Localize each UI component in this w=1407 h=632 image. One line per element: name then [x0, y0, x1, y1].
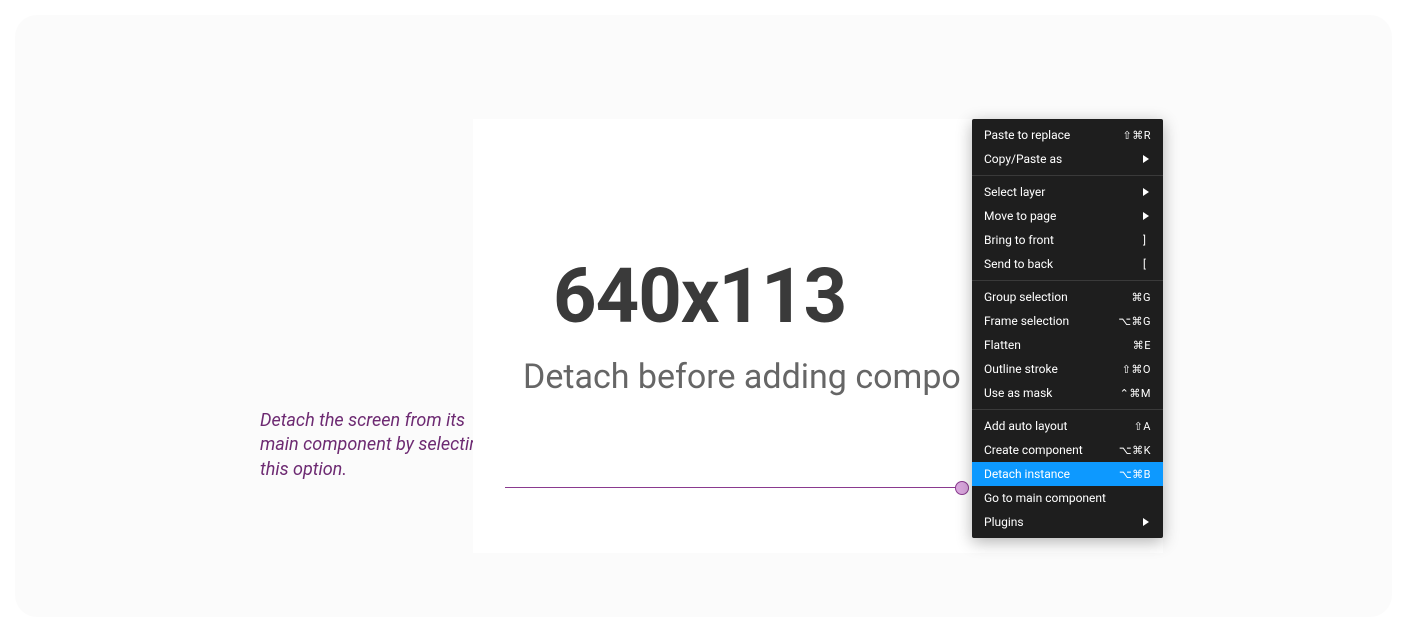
context-menu[interactable]: Paste to replace ⇧⌘R Copy/Paste as Select l…	[972, 119, 1163, 538]
context-menu-group: Paste to replace ⇧⌘R Copy/Paste as	[972, 119, 1163, 175]
context-menu-item-use-as-mask[interactable]: Use as mask ⌃⌘M	[972, 381, 1163, 405]
context-menu-item-send-to-back[interactable]: Send to back [	[972, 252, 1163, 276]
context-menu-item-shortcut: ⇧⌘O	[1122, 363, 1151, 376]
context-menu-item-shortcut: ⇧A	[1134, 420, 1151, 433]
context-menu-item-shortcut: ⇧⌘R	[1123, 129, 1152, 142]
context-menu-item-shortcut: ⌘G	[1132, 291, 1152, 304]
context-menu-item-label: Select layer	[984, 185, 1045, 199]
context-menu-item-shortcut: ⌥⌘K	[1119, 444, 1151, 457]
context-menu-item-group-selection[interactable]: Group selection ⌘G	[972, 285, 1163, 309]
context-menu-item-label: Add auto layout	[984, 419, 1067, 433]
annotation-text: Detach the screen from its main componen…	[260, 409, 500, 482]
context-menu-item-shortcut: ⌃⌘M	[1120, 387, 1151, 400]
context-menu-item-shortcut: [	[1143, 258, 1151, 271]
context-menu-item-label: Go to main component	[984, 491, 1106, 505]
context-menu-item-label: Use as mask	[984, 386, 1052, 400]
context-menu-item-label: Flatten	[984, 338, 1021, 352]
context-menu-item-flatten[interactable]: Flatten ⌘E	[972, 333, 1163, 357]
context-menu-item-go-to-main-component[interactable]: Go to main component	[972, 486, 1163, 510]
annotation-pointer-dot	[955, 481, 969, 495]
context-menu-item-shortcut: ]	[1143, 234, 1151, 247]
context-menu-item-plugins[interactable]: Plugins	[972, 510, 1163, 534]
canvas-subtitle-text: Detach before adding compo	[523, 357, 961, 397]
context-menu-item-label: Bring to front	[984, 233, 1054, 247]
context-menu-item-select-layer[interactable]: Select layer	[972, 180, 1163, 204]
context-menu-item-shortcut: ⌘E	[1133, 339, 1151, 352]
chevron-right-icon	[1143, 212, 1151, 220]
context-menu-item-outline-stroke[interactable]: Outline stroke ⇧⌘O	[972, 357, 1163, 381]
context-menu-item-copy-paste-as[interactable]: Copy/Paste as	[972, 147, 1163, 171]
context-menu-item-label: Send to back	[984, 257, 1053, 271]
context-menu-item-shortcut: ⌥⌘B	[1119, 468, 1151, 481]
context-menu-item-label: Detach instance	[984, 467, 1070, 481]
context-menu-group: Add auto layout ⇧A Create component ⌥⌘K Deta…	[972, 410, 1163, 538]
context-menu-item-label: Plugins	[984, 515, 1024, 529]
annotation-pointer-line	[505, 487, 960, 489]
context-menu-item-paste-to-replace[interactable]: Paste to replace ⇧⌘R	[972, 123, 1163, 147]
context-menu-item-label: Copy/Paste as	[984, 152, 1062, 166]
context-menu-item-label: Create component	[984, 443, 1083, 457]
documentation-card: Detach the screen from its main componen…	[15, 15, 1392, 617]
context-menu-group: Select layerMove to pageBring to front]S…	[972, 176, 1163, 280]
context-menu-item-add-auto-layout[interactable]: Add auto layout ⇧A	[972, 414, 1163, 438]
context-menu-item-frame-selection[interactable]: Frame selection ⌥⌘G	[972, 309, 1163, 333]
context-menu-item-label: Paste to replace	[984, 128, 1070, 142]
context-menu-item-move-to-page[interactable]: Move to page	[972, 204, 1163, 228]
context-menu-item-label: Group selection	[984, 290, 1068, 304]
context-menu-item-label: Move to page	[984, 209, 1056, 223]
canvas-dimensions-text: 640x113	[553, 251, 846, 341]
context-menu-group: Group selection ⌘G Frame selection ⌥⌘G Flatt…	[972, 281, 1163, 409]
context-menu-item-detach-instance[interactable]: Detach instance ⌥⌘B	[972, 462, 1163, 486]
context-menu-item-label: Frame selection	[984, 314, 1069, 328]
context-menu-item-create-component[interactable]: Create component ⌥⌘K	[972, 438, 1163, 462]
context-menu-item-label: Outline stroke	[984, 362, 1058, 376]
context-menu-item-shortcut: ⌥⌘G	[1118, 315, 1151, 328]
context-menu-item-bring-to-front[interactable]: Bring to front]	[972, 228, 1163, 252]
chevron-right-icon	[1143, 188, 1151, 196]
chevron-right-icon	[1143, 518, 1151, 526]
chevron-right-icon	[1143, 155, 1151, 163]
